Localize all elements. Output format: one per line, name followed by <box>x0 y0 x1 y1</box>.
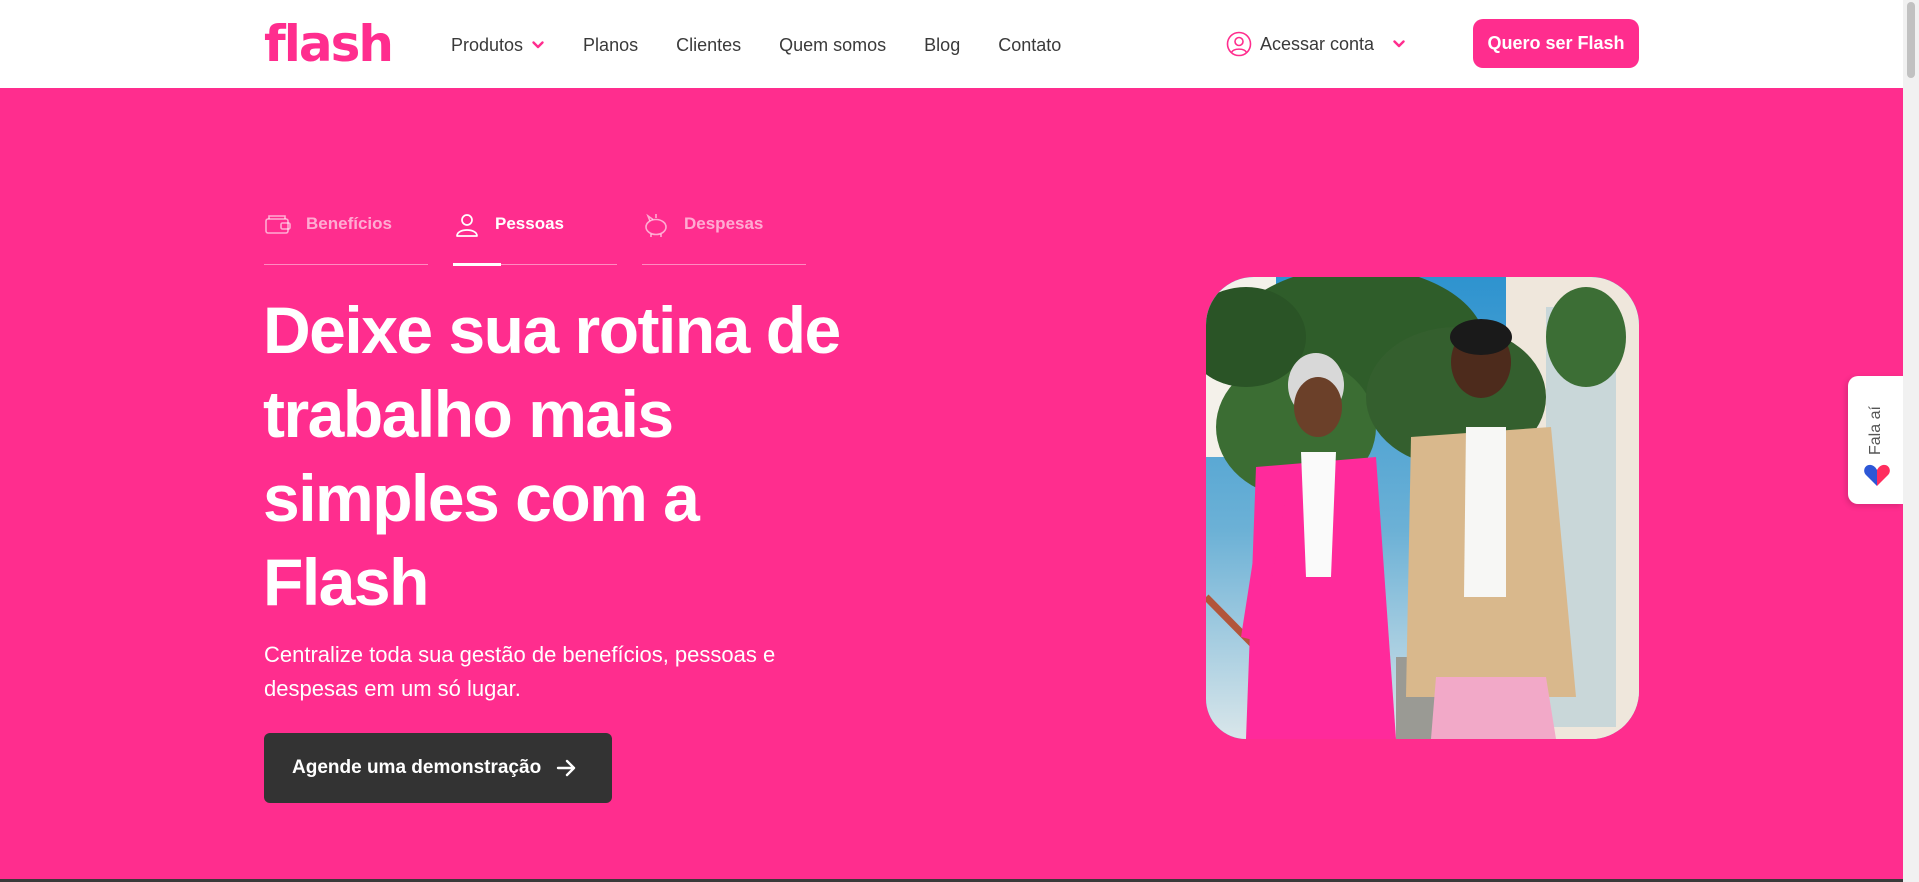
agende-demonstracao-button[interactable]: Agende uma demonstração <box>264 733 612 803</box>
hero-photo <box>1206 277 1639 739</box>
hero-photo-illustration <box>1206 277 1639 739</box>
chat-widget-label: Fala aí <box>1867 406 1884 456</box>
nav-item-planos[interactable]: Planos <box>583 35 638 56</box>
nav-item-clientes[interactable]: Clientes <box>676 35 741 56</box>
nav-item-blog[interactable]: Blog <box>924 35 960 56</box>
site-header: flash Produtos Planos Clientes Quem somo… <box>0 0 1903 88</box>
piggy-bank-icon <box>645 213 667 237</box>
nav-item-label: Planos <box>583 34 639 55</box>
flash-logo[interactable]: flash <box>264 14 394 74</box>
nav-item-label: Quem somos <box>779 34 887 55</box>
tab-despesas[interactable]: Despesas <box>642 210 806 265</box>
heart-chat-icon <box>1864 464 1890 486</box>
scrollbar-thumb[interactable] <box>1907 2 1915 78</box>
nav-item-contato[interactable]: Contato <box>998 35 1061 56</box>
hero-headline: Deixe sua rotina de trabalho mais simple… <box>263 293 841 619</box>
arrow-right-icon <box>556 759 576 777</box>
nav-item-label: Blog <box>924 34 961 55</box>
nav-item-label: Clientes <box>676 34 742 55</box>
page-scrollbar[interactable] <box>1903 0 1919 882</box>
tab-label: Pessoas <box>495 214 564 233</box>
account-label: Acessar conta <box>1260 33 1375 54</box>
quero-ser-flash-button[interactable]: Quero ser Flash <box>1473 19 1639 68</box>
account-menu[interactable]: Acessar conta <box>1226 28 1406 60</box>
product-tabs: Benefícios Pessoas Despesas <box>264 210 831 266</box>
chevron-down-icon <box>1393 40 1405 48</box>
hero-subhead: Centralize toda sua gestão de benefícios… <box>264 642 776 701</box>
tab-beneficios[interactable]: Benefícios <box>264 210 428 265</box>
cta-label: Agende uma demonstração <box>292 757 542 778</box>
nav-item-label: Contato <box>998 34 1062 55</box>
tab-label: Benefícios <box>306 214 392 233</box>
user-icon <box>456 214 478 237</box>
chat-widget[interactable]: Fala aí <box>1848 376 1903 504</box>
main-nav: Produtos Planos Clientes Quem somos Blog… <box>451 30 1099 60</box>
tab-label: Despesas <box>684 214 764 233</box>
nav-item-label: Produtos <box>451 34 524 55</box>
wallet-icon <box>265 215 291 234</box>
nav-item-quem-somos[interactable]: Quem somos <box>779 35 886 56</box>
nav-item-produtos[interactable]: Produtos <box>451 35 545 56</box>
chevron-down-icon <box>532 41 544 49</box>
tab-pessoas[interactable]: Pessoas <box>453 210 617 266</box>
user-circle-icon <box>1226 31 1252 57</box>
